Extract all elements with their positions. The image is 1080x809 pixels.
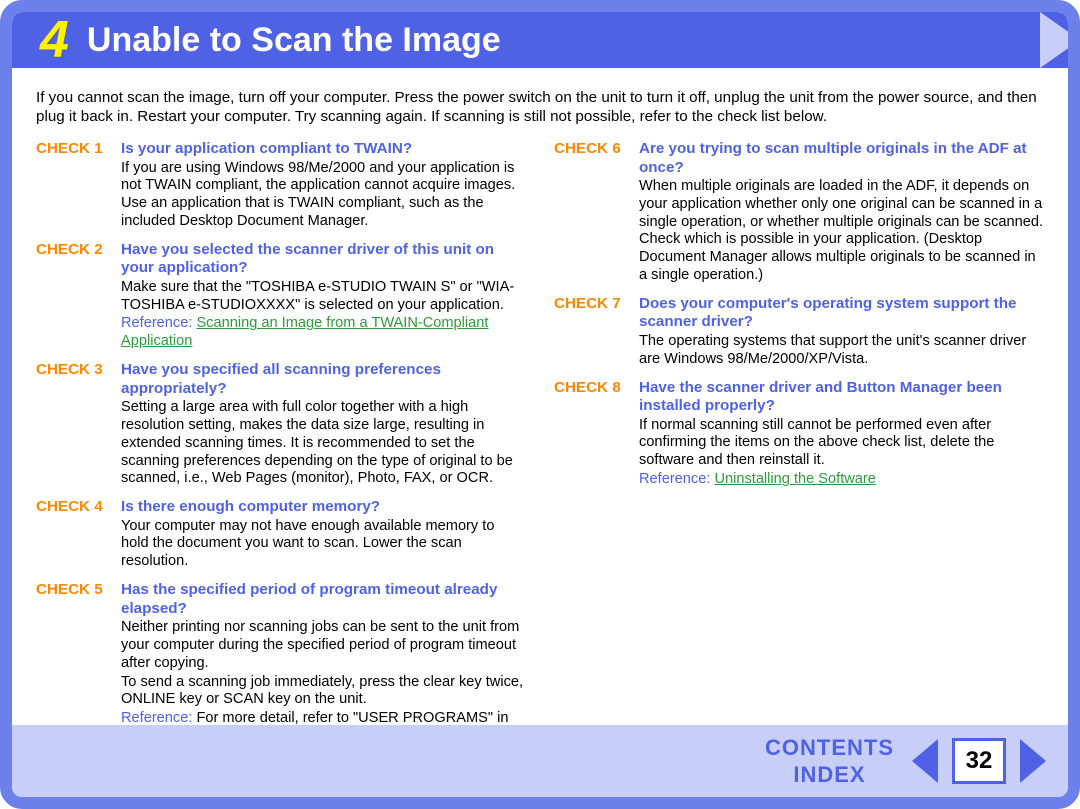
left-column: CHECK 1 Is your application compliant to… (36, 140, 526, 756)
reference-label: Reference: (121, 315, 192, 331)
reference-label: Reference: (121, 710, 192, 726)
check-label: CHECK 2 (36, 241, 121, 258)
nav-links: CONTENTS INDEX (765, 734, 894, 789)
check-question: Does your computer's operating system su… (639, 295, 1044, 332)
check-body: When multiple originals are loaded in th… (639, 178, 1044, 285)
check7: CHECK 7 Does your computer's operating s… (554, 295, 1044, 369)
reference-line: Reference: Uninstalling the Software (639, 471, 1044, 489)
check-body: Neither printing nor scanning jobs can b… (121, 619, 526, 672)
check-body-2: To send a scanning job immediately, pres… (121, 674, 526, 710)
chapter-number: 4 (40, 10, 69, 70)
check8: CHECK 8 Have the scanner driver and Butt… (554, 379, 1044, 489)
check-body: Your computer may not have enough availa… (121, 518, 526, 571)
check-body: If normal scanning still cannot be perfo… (639, 417, 1044, 470)
check-label: CHECK 1 (36, 140, 121, 157)
check-label: CHECK 8 (554, 379, 639, 396)
check1: CHECK 1 Is your application compliant to… (36, 140, 526, 231)
check3: CHECK 3 Have you specified all scanning … (36, 361, 526, 488)
right-column: CHECK 6 Are you trying to scan multiple … (554, 140, 1044, 756)
page-title: Unable to Scan the Image (87, 21, 501, 60)
check-question: Have you selected the scanner driver of … (121, 241, 526, 278)
check-question: Is your application compliant to TWAIN? (121, 140, 412, 159)
check2: CHECK 2 Have you selected the scanner dr… (36, 241, 526, 351)
prev-page-arrow-icon[interactable] (912, 739, 938, 783)
check-label: CHECK 6 (554, 140, 639, 157)
index-link[interactable]: INDEX (793, 761, 865, 789)
columns: CHECK 1 Is your application compliant to… (36, 140, 1044, 756)
page-frame: 4 Unable to Scan the Image If you cannot… (0, 0, 1080, 809)
check-question: Has the specified period of program time… (121, 581, 526, 618)
nav-bar: CONTENTS INDEX 32 (12, 725, 1068, 797)
check-question: Are you trying to scan multiple original… (639, 140, 1044, 177)
contents-link[interactable]: CONTENTS (765, 734, 894, 762)
check-question: Have you specified all scanning preferen… (121, 361, 526, 398)
reference-label: Reference: (639, 471, 710, 487)
check-label: CHECK 5 (36, 581, 121, 598)
reference-link[interactable]: Uninstalling the Software (714, 471, 875, 487)
check4: CHECK 4 Is there enough computer memory?… (36, 498, 526, 571)
check-body: If you are using Windows 98/Me/2000 and … (121, 160, 526, 231)
title-bar: 4 Unable to Scan the Image (12, 12, 1068, 68)
check6: CHECK 6 Are you trying to scan multiple … (554, 140, 1044, 285)
check-body: Setting a large area with full color tog… (121, 399, 526, 488)
content-area: If you cannot scan the image, turn off y… (12, 68, 1068, 809)
intro-paragraph: If you cannot scan the image, turn off y… (36, 88, 1044, 126)
check-question: Is there enough computer memory? (121, 498, 380, 517)
check-body: Make sure that the "TOSHIBA e-STUDIO TWA… (121, 279, 526, 315)
next-page-arrow-icon[interactable] (1020, 739, 1046, 783)
reference-line: Reference: Scanning an Image from a TWAI… (121, 315, 526, 351)
check-label: CHECK 3 (36, 361, 121, 378)
title-arrow-decoration (1040, 12, 1080, 68)
check-label: CHECK 4 (36, 498, 121, 515)
page-number: 32 (952, 738, 1006, 784)
check-label: CHECK 7 (554, 295, 639, 312)
check-question: Have the scanner driver and Button Manag… (639, 379, 1044, 416)
check5: CHECK 5 Has the specified period of prog… (36, 581, 526, 746)
check-body: The operating systems that support the u… (639, 333, 1044, 369)
